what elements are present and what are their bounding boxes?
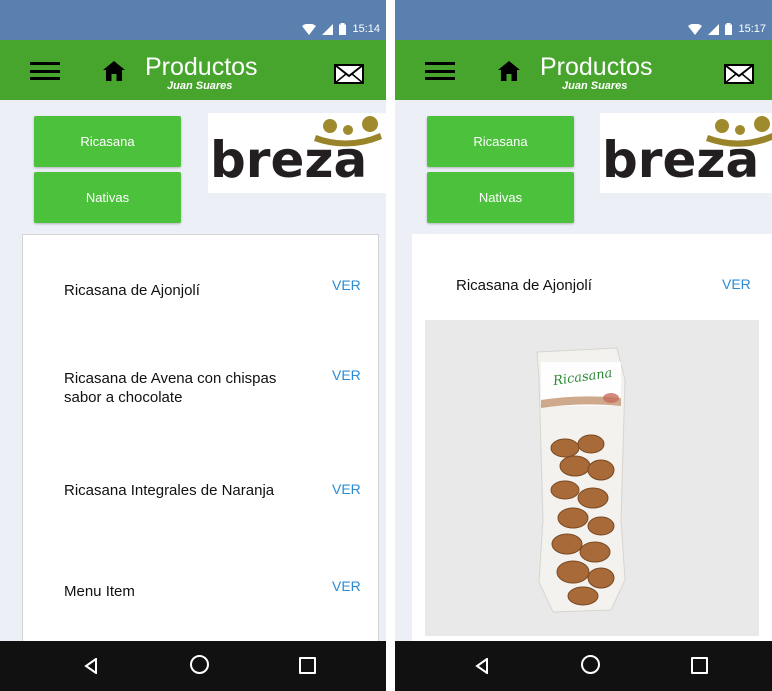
product-list: Ricasana de Ajonjolí VER Ricasana de Ave… (22, 234, 379, 643)
view-link[interactable]: VER (332, 277, 361, 293)
user-name: Juan Suares (167, 80, 233, 92)
product-name: Ricasana de Ajonjolí (456, 277, 592, 294)
list-item-name: Ricasana de Ajonjolí (64, 282, 200, 299)
battery-icon (339, 23, 347, 35)
status-bar: 15:14 (0, 0, 386, 40)
product-image: Ricasana (425, 320, 759, 636)
menu-icon[interactable] (30, 62, 60, 80)
brand-logo-text: breza (210, 131, 368, 189)
back-icon[interactable] (84, 658, 98, 674)
system-nav-bar (395, 641, 772, 691)
home-nav-icon[interactable] (190, 655, 209, 674)
status-time: 15:17 (738, 23, 766, 35)
category-button-nativas[interactable]: Nativas (34, 172, 181, 223)
home-icon[interactable] (103, 60, 125, 82)
recent-apps-icon[interactable] (299, 657, 316, 674)
category-button-nativas[interactable]: Nativas (427, 172, 574, 223)
wifi-icon (302, 24, 317, 35)
battery-icon (725, 23, 733, 35)
status-time: 15:14 (352, 23, 380, 35)
product-detail-card: Ricasana de Ajonjolí VER Ricasana (412, 234, 772, 644)
system-nav-bar (0, 641, 386, 691)
page-title: Productos (540, 53, 653, 81)
view-link[interactable]: VER (332, 578, 361, 594)
back-icon[interactable] (475, 658, 489, 674)
user-name: Juan Suares (562, 80, 628, 92)
list-item-name: Ricasana Integrales de Naranja (64, 482, 275, 499)
page-title: Productos (145, 53, 258, 81)
view-link[interactable]: VER (332, 481, 361, 497)
brand-logo: breza (208, 113, 386, 193)
phone-screen-product-list: 15:14 Productos Juan Suares Ricasana Nat… (0, 0, 386, 691)
home-icon[interactable] (498, 60, 520, 82)
view-link[interactable]: VER (332, 367, 361, 383)
category-button-ricasana[interactable]: Ricasana (34, 116, 181, 167)
signal-icon (322, 24, 334, 35)
app-bar: Productos Juan Suares (395, 40, 772, 100)
cookie-bag-illustration (536, 347, 626, 613)
menu-icon[interactable] (425, 62, 455, 80)
view-link[interactable]: VER (722, 276, 751, 292)
app-bar: Productos Juan Suares (0, 40, 386, 100)
signal-icon (708, 24, 720, 35)
phone-screen-product-detail: 15:17 Productos Juan Suares Ricasana Nat… (395, 0, 772, 691)
list-item-name: Menu Item (64, 583, 135, 600)
recent-apps-icon[interactable] (691, 657, 708, 674)
list-item-name: Ricasana de Avena con chispas sabor a ch… (64, 370, 277, 406)
status-bar: 15:17 (395, 0, 772, 40)
category-button-ricasana[interactable]: Ricasana (427, 116, 574, 167)
brand-logo-text: breza (602, 131, 760, 189)
mail-icon[interactable] (724, 64, 754, 84)
mail-icon[interactable] (334, 64, 364, 84)
home-nav-icon[interactable] (581, 655, 600, 674)
brand-logo: breza (600, 113, 772, 193)
wifi-icon (688, 24, 703, 35)
